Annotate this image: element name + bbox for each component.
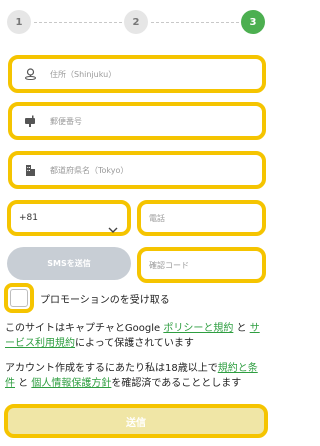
country-code-value: +81: [19, 213, 38, 223]
step-1: 1: [7, 10, 31, 34]
age-text-and: と: [15, 378, 32, 389]
postal-code-placeholder: 郵便番号: [50, 116, 82, 126]
postal-code-field[interactable]: 郵便番号: [8, 102, 266, 140]
age-consent-notice: アカウント作成をするにあたり私は18歳以上で規約と条件 と 個人情報保護方針を確…: [5, 361, 267, 391]
prefecture-placeholder: 都道府県名（Tokyo）: [50, 165, 129, 175]
recaptcha-text-post: によって保護されています: [75, 338, 194, 349]
prefecture-field[interactable]: 都道府県名（Tokyo）: [8, 151, 266, 189]
privacy-policy-link-2[interactable]: 個人情報保護方針: [31, 378, 111, 389]
progress-stepper: 1 2 3: [0, 0, 272, 46]
promo-checkbox[interactable]: [4, 283, 34, 313]
country-code-select[interactable]: +81: [7, 200, 131, 236]
verification-code-field[interactable]: 確認コード: [137, 247, 266, 283]
recaptcha-text-and: と: [233, 323, 250, 334]
send-sms-button[interactable]: SMSを送信: [7, 247, 131, 280]
promo-checkbox-row: プロモーションのを受け取る: [4, 283, 170, 313]
recaptcha-notice: このサイトはキャプチャとGoogle ポリシーと規約 と サービス利用規約によっ…: [5, 321, 267, 351]
age-text-post: を確認済であることとします: [111, 378, 242, 389]
privacy-policy-link[interactable]: ポリシーと規約: [163, 323, 233, 334]
recaptcha-text-pre: このサイトはキャプチャとGoogle: [5, 323, 164, 334]
location-pin-icon: [22, 68, 38, 80]
chevron-down-icon: [108, 218, 118, 237]
step-2: 2: [124, 10, 148, 34]
step-connector: [151, 22, 239, 23]
mailbox-icon: [22, 115, 38, 127]
verification-code-placeholder: 確認コード: [149, 260, 189, 270]
address-field[interactable]: 住所（Shinjuku）: [8, 55, 266, 93]
phone-placeholder: 電話: [149, 213, 165, 223]
building-icon: [22, 164, 38, 176]
submit-button[interactable]: 送信: [4, 404, 268, 438]
promo-checkbox-label: プロモーションのを受け取る: [40, 294, 170, 306]
step-connector: [34, 22, 122, 23]
age-text-pre: アカウント作成をするにあたり私は18歳以上で: [5, 363, 218, 374]
phone-field[interactable]: 電話: [137, 200, 266, 236]
address-placeholder: 住所（Shinjuku）: [50, 69, 117, 79]
step-3-active: 3: [241, 10, 265, 34]
